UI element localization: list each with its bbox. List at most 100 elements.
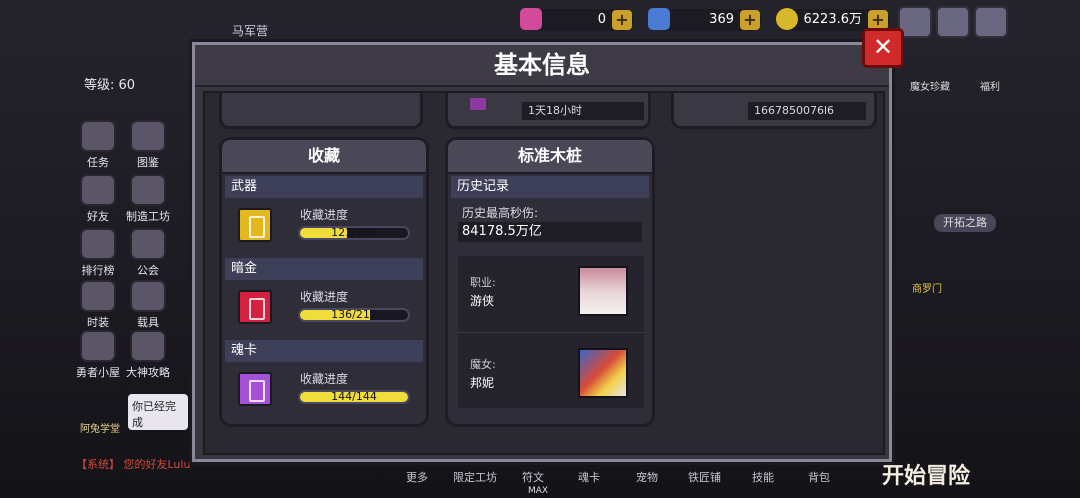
- stub-card-right: 1667850076l6: [671, 93, 877, 129]
- menu-ranking[interactable]: 排行榜: [76, 228, 120, 278]
- purple-gem-icon: [470, 98, 486, 110]
- vehicle-icon: [130, 280, 166, 312]
- school-label: 阿兔学堂: [80, 424, 120, 435]
- tab-limited-workshop[interactable]: 限定工坊: [453, 470, 497, 486]
- soul-card-progress-text: 144/144: [331, 390, 377, 403]
- player-name: 马军营: [232, 24, 269, 38]
- max-label: MAX: [528, 486, 549, 496]
- menu-guide[interactable]: 大神攻略: [122, 330, 174, 380]
- add-blue-gem-button[interactable]: +: [740, 10, 760, 30]
- dark-gold-progress-label: 收藏进度: [300, 290, 349, 304]
- menu-costume[interactable]: 时装: [76, 280, 120, 330]
- menu-task-label: 任务: [87, 156, 109, 169]
- start-adventure-button[interactable]: 开始冒险: [882, 458, 970, 490]
- guide-icon: [130, 330, 166, 362]
- class-label: 职业:: [470, 276, 496, 289]
- blue-gem-value: 369: [709, 12, 734, 27]
- costume-icon: [80, 280, 116, 312]
- menu-guild[interactable]: 公会: [126, 228, 170, 278]
- menu-guide-label: 大神攻略: [126, 366, 170, 379]
- soul-card-section-header: 魂卡: [225, 340, 423, 362]
- welfare-label[interactable]: 福利: [980, 78, 1000, 93]
- menu-task[interactable]: 任务: [76, 120, 120, 170]
- history-header: 历史记录: [451, 176, 649, 198]
- close-icon: ✕: [872, 33, 894, 61]
- red-gem-icon: [520, 8, 542, 30]
- menu-hero-house[interactable]: 勇者小屋: [70, 330, 126, 380]
- class-value: 游侠: [470, 294, 495, 308]
- menu-friends-label: 好友: [87, 210, 109, 223]
- soul-card-book-icon: [238, 372, 272, 406]
- menu-ranking-label: 排行榜: [81, 264, 115, 277]
- witch-value: 邦妮: [470, 376, 495, 390]
- stub-card-left: [219, 93, 423, 129]
- menu-costume-label: 时装: [87, 316, 109, 329]
- codex-icon: [130, 120, 166, 152]
- soul-card-progress-bar: 144/144: [298, 390, 410, 404]
- solomon-gate-label[interactable]: 商罗门: [912, 280, 942, 295]
- tab-soul-card[interactable]: 魂卡: [578, 470, 600, 486]
- dark-gold-progress-bar: 136/211: [298, 308, 410, 322]
- task-icon: [80, 120, 116, 152]
- menu-codex[interactable]: 图鉴: [126, 120, 170, 170]
- tab-skills[interactable]: 技能: [752, 470, 774, 486]
- pioneer-road-button[interactable]: 开拓之路: [934, 214, 996, 232]
- menu-workshop-label: 制造工坊: [126, 210, 170, 223]
- close-button[interactable]: ✕: [862, 28, 904, 68]
- add-gold-button[interactable]: +: [868, 10, 888, 30]
- ranking-icon: [80, 228, 116, 260]
- red-gem-value: 0: [597, 12, 606, 27]
- witch-treasure-label[interactable]: 魔女珍藏: [910, 78, 950, 93]
- ranger-portrait-icon: [578, 266, 628, 316]
- settings-gear-icon[interactable]: [974, 6, 1008, 38]
- friends-icon: [80, 174, 116, 206]
- red-gem-counter: 0 +: [520, 8, 634, 31]
- menu-guild-label: 公会: [137, 264, 159, 277]
- system-chat-line[interactable]: 【系统】 您的好友Lulu: [76, 456, 190, 472]
- max-dps-label: 历史最高秒伤:: [462, 206, 539, 220]
- menu-hero-house-label: 勇者小屋: [76, 366, 120, 379]
- weapon-section-header: 武器: [225, 176, 423, 198]
- collection-title: 收藏: [222, 140, 426, 174]
- witch-label: 魔女:: [470, 358, 496, 371]
- dark-gold-section-header: 暗金: [225, 258, 423, 280]
- training-dummy-title: 标准木桩: [448, 140, 652, 174]
- character-info-box: 职业: 游侠 魔女: 邦妮: [458, 256, 644, 408]
- gold-coin-icon: [776, 8, 798, 30]
- guild-icon: [130, 228, 166, 260]
- player-level: 等级: 60: [84, 78, 136, 93]
- tab-backpack[interactable]: 背包: [808, 470, 830, 486]
- max-dps-value: 84178.5万亿: [458, 222, 642, 242]
- tab-rune[interactable]: 符文: [522, 470, 544, 486]
- time-value: 1天18小时: [522, 102, 644, 120]
- add-red-gem-button[interactable]: +: [612, 10, 632, 30]
- weapon-book-icon: [238, 208, 272, 242]
- dialog-content[interactable]: 1天18小时 1667850076l6 收藏 武器 收藏进度 121/280 暗…: [203, 91, 885, 455]
- tab-blacksmith[interactable]: 铁匠铺: [688, 470, 721, 486]
- training-dummy-panel: 标准木桩 历史记录 历史最高秒伤: 84178.5万亿 职业: 游侠 魔女: 邦…: [445, 137, 655, 427]
- weapon-progress-label: 收藏进度: [300, 208, 349, 222]
- basic-info-dialog: 基本信息 1天18小时 1667850076l6 收藏 武器 收藏进度 121/…: [192, 42, 892, 462]
- blue-gem-icon: [648, 8, 670, 30]
- stub-card-middle: 1天18小时: [445, 93, 651, 129]
- menu-vehicle[interactable]: 载具: [126, 280, 170, 330]
- menu-friends[interactable]: 好友: [76, 174, 120, 224]
- collection-panel: 收藏 武器 收藏进度 121/280 暗金 收藏进度 136/211 魂卡 收藏…: [219, 137, 429, 427]
- menu-vehicle-label: 载具: [137, 316, 159, 329]
- dark-gold-book-icon: [238, 290, 272, 324]
- weapon-progress-bar: 121/280: [298, 226, 410, 240]
- id-value: 1667850076l6: [748, 102, 866, 120]
- tab-more[interactable]: 更多: [406, 470, 428, 486]
- menu-codex-label: 图鉴: [137, 156, 159, 169]
- announcement-icon[interactable]: [936, 6, 970, 38]
- tab-pet[interactable]: 宠物: [636, 470, 658, 486]
- dialog-title: 基本信息: [195, 45, 889, 87]
- chat-bubble[interactable]: 你已经完成: [128, 394, 188, 430]
- menu-workshop[interactable]: 制造工坊: [120, 174, 176, 224]
- weapon-progress-text: 121/280: [331, 226, 377, 239]
- character-divider: [458, 332, 644, 333]
- dark-gold-progress-text: 136/211: [331, 308, 377, 321]
- hero-house-icon: [80, 330, 116, 362]
- soul-card-progress-label: 收藏进度: [300, 372, 349, 386]
- blue-gem-counter: 369 +: [648, 8, 762, 31]
